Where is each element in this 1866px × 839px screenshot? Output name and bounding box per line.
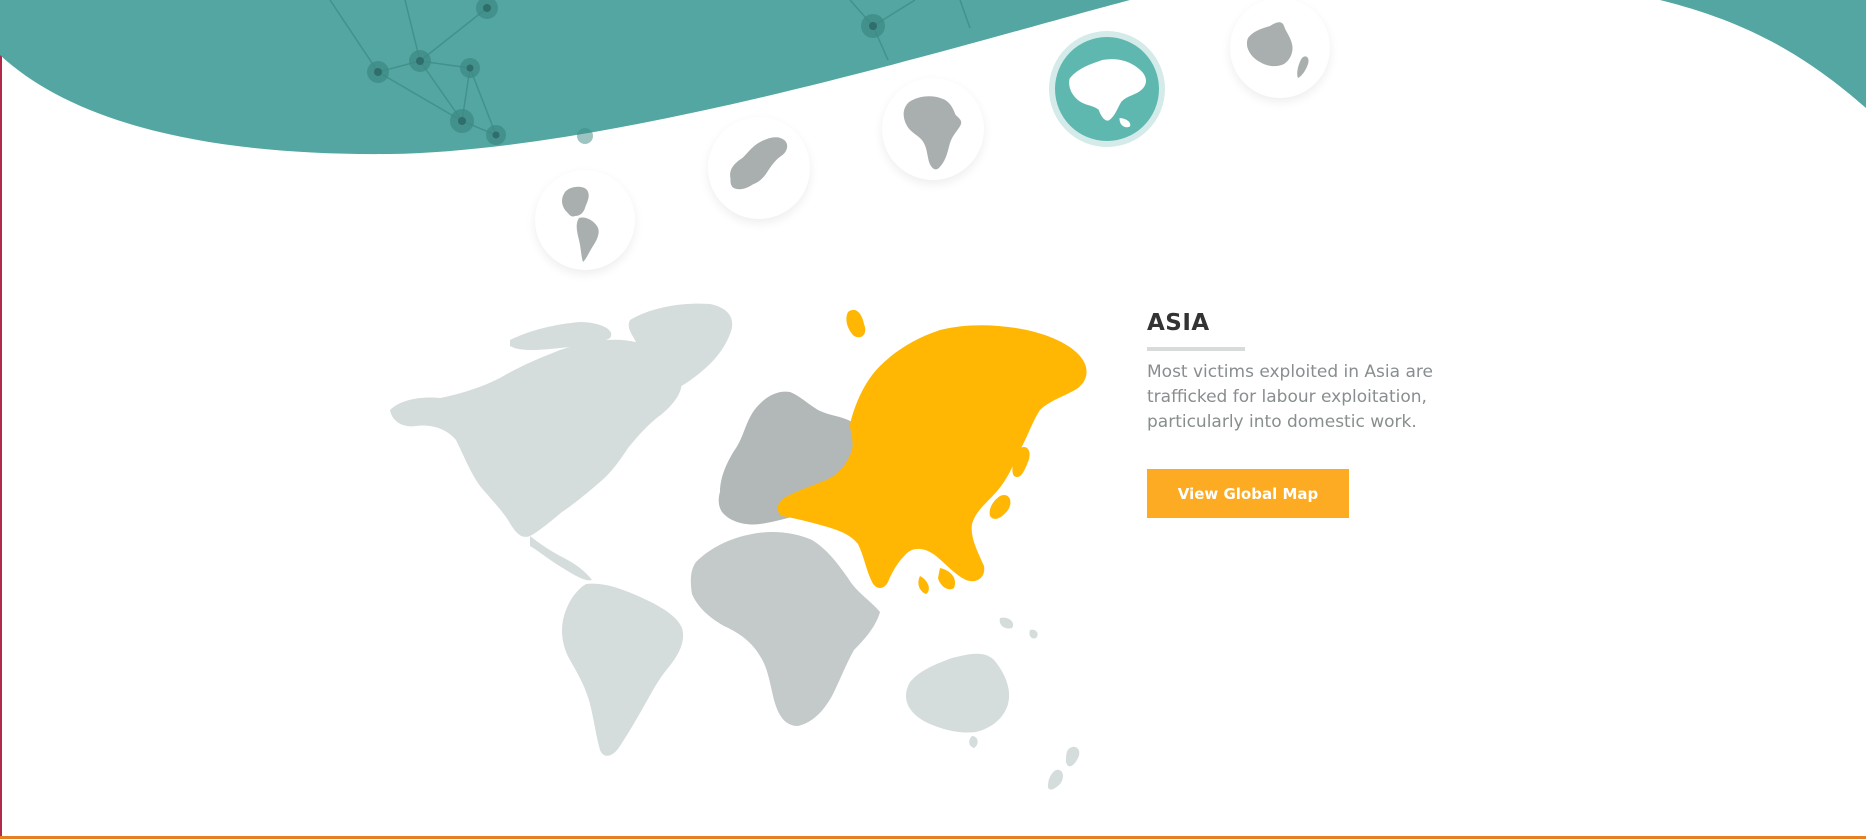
oceania-globe-icon <box>1246 22 1309 78</box>
map-region-south-america[interactable] <box>562 583 684 756</box>
region-button-africa[interactable] <box>882 78 984 180</box>
region-button-asia[interactable] <box>1055 37 1159 141</box>
map-region-australia[interactable] <box>906 653 1010 733</box>
region-button-oceania[interactable] <box>1230 0 1330 98</box>
asia-globe-icon <box>1069 59 1146 128</box>
map-region-africa[interactable] <box>690 532 880 726</box>
americas-globe-icon <box>562 186 599 262</box>
region-title: ASIA <box>1147 310 1210 336</box>
region-info-panel: ASIA Most victims exploited in Asia are … <box>1147 310 1467 435</box>
europe-globe-icon <box>730 137 788 190</box>
view-global-map-button[interactable]: View Global Map <box>1147 469 1349 518</box>
region-button-americas[interactable] <box>535 170 635 270</box>
region-description: Most victims exploited in Asia are traff… <box>1147 362 1433 432</box>
world-map <box>390 303 1087 790</box>
region-button-europe[interactable] <box>708 117 810 219</box>
africa-globe-icon <box>903 96 962 170</box>
title-underline <box>1147 347 1245 351</box>
map-region-north-america[interactable] <box>390 339 682 537</box>
